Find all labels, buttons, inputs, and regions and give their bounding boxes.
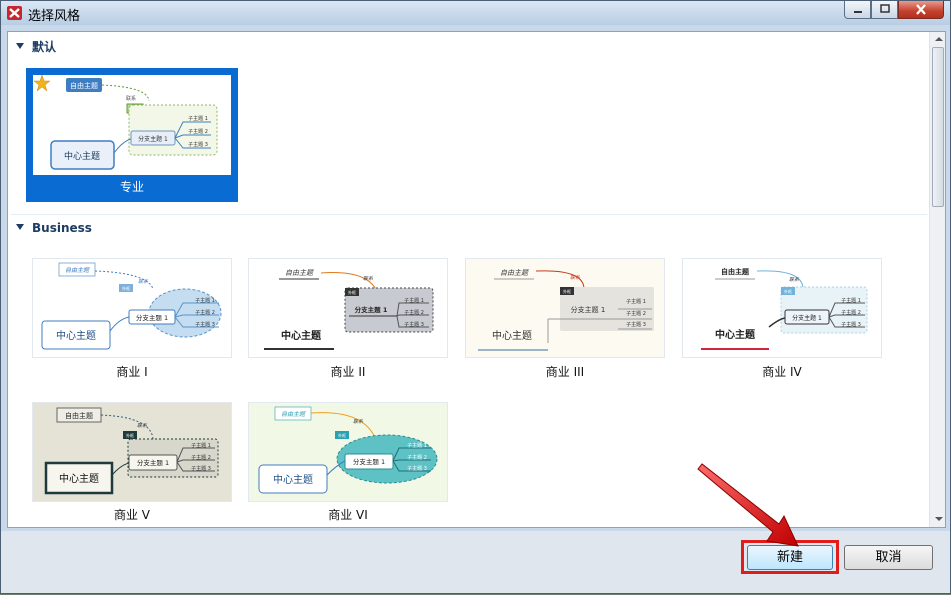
scrollbar-thumb[interactable] [932, 47, 944, 207]
svg-text:联系: 联系 [353, 418, 364, 425]
style-label-business-4: 商业 IV [762, 365, 802, 379]
style-tile-business-6[interactable]: 自由主题 联系 外框 中心主题 分支主题 1 子主题 1 子主题 2 子主题 3 [248, 402, 448, 502]
title-bar[interactable]: 选择风格 [1, 1, 950, 25]
svg-text:子主题 3: 子主题 3 [626, 321, 646, 328]
svg-text:子主题 2: 子主题 2 [195, 309, 215, 316]
minimize-icon [853, 11, 862, 13]
svg-text:外框: 外框 [122, 285, 130, 291]
preview-sub1-label: 子主题 1 [188, 115, 208, 122]
style-tile-professional[interactable]: 自由主题 联系 中心主题 分支主题 1 子主题 1 子主题 2 子主题 3 专业 [26, 68, 238, 202]
svg-text:外框: 外框 [563, 288, 571, 294]
svg-text:分支主题 1: 分支主题 1 [137, 458, 169, 467]
svg-text:子主题 1: 子主题 1 [407, 442, 427, 449]
section-header-default[interactable]: 默认 [16, 38, 56, 55]
svg-text:自由主题: 自由主题 [285, 269, 315, 277]
svg-text:分支主题 1: 分支主题 1 [353, 457, 385, 466]
svg-text:自由主题: 自由主题 [281, 410, 306, 418]
svg-text:子主题 1: 子主题 1 [841, 297, 861, 304]
svg-text:自由主题: 自由主题 [65, 266, 90, 274]
preview-relation-label: 联系 [126, 95, 136, 102]
svg-text:子主题 2: 子主题 2 [404, 309, 424, 316]
svg-text:中心主题: 中心主题 [715, 328, 756, 341]
svg-text:分支主题 1: 分支主题 1 [792, 314, 822, 322]
style-label-professional: 专业 [119, 180, 144, 194]
svg-text:子主题 1: 子主题 1 [626, 298, 646, 305]
preview-central-label: 中心主题 [64, 150, 100, 162]
select-style-dialog: 选择风格 默认 自由主题 联系 中心主题 分支主题 1 子主题 1 子主题 2 … [0, 0, 951, 594]
svg-text:中心主题: 中心主题 [492, 329, 532, 342]
new-button[interactable]: 新建 [747, 545, 833, 570]
svg-text:子主题 1: 子主题 1 [195, 297, 215, 304]
svg-text:外框: 外框 [784, 288, 792, 294]
svg-text:子主题 3: 子主题 3 [404, 321, 424, 328]
scroll-up-arrow-icon[interactable] [935, 37, 943, 41]
style-preview-professional: 自由主题 联系 中心主题 分支主题 1 子主题 1 子主题 2 子主题 3 [33, 74, 231, 175]
style-tile-business-5[interactable]: 自由主题 联系 外框 中心主题 分支主题 1 子主题 1 子主题 2 子主题 3 [32, 402, 232, 502]
svg-text:分支主题 1: 分支主题 1 [571, 305, 606, 314]
section-header-business[interactable]: Business [16, 221, 92, 235]
window-title: 选择风格 [28, 9, 81, 24]
svg-text:联系: 联系 [363, 275, 374, 282]
svg-text:分支主题 1: 分支主题 1 [136, 313, 168, 322]
svg-text:子主题 3: 子主题 3 [191, 465, 211, 472]
svg-text:子主题 3: 子主题 3 [195, 321, 215, 328]
style-label-business-5: 商业 V [113, 508, 151, 522]
preview-sub3-label: 子主题 3 [188, 141, 208, 148]
minimize-button[interactable] [844, 1, 871, 19]
maximize-button[interactable] [871, 1, 898, 19]
svg-text:子主题 3: 子主题 3 [407, 465, 427, 472]
svg-text:分支主题 1: 分支主题 1 [355, 305, 388, 314]
svg-text:联系: 联系 [789, 276, 800, 283]
svg-text:子主题 2: 子主题 2 [191, 454, 211, 461]
preview-floating-label: 自由主题 [70, 81, 98, 90]
svg-text:子主题 2: 子主题 2 [407, 454, 427, 461]
svg-text:子主题 1: 子主题 1 [191, 442, 211, 449]
svg-text:外框: 外框 [338, 432, 346, 438]
svg-text:自由主题: 自由主题 [721, 267, 750, 276]
style-label-business-2: 商业 II [330, 365, 366, 379]
vertical-scrollbar[interactable] [929, 32, 945, 527]
style-tile-business-4[interactable]: 自由主题 联系 外框 中心主题 分支主题 1 子主题 1 子主题 2 子主题 3 [682, 258, 882, 358]
style-tile-business-2[interactable]: 自由主题 联系 外框 中心主题 分支主题 1 子主题 1 子主题 2 子主题 3 [248, 258, 448, 358]
svg-text:中心主题: 中心主题 [56, 329, 96, 342]
svg-text:子主题 3: 子主题 3 [841, 321, 861, 328]
style-label-business-3: 商业 III [545, 365, 585, 379]
svg-text:中心主题: 中心主题 [273, 473, 313, 486]
svg-text:中心主题: 中心主题 [281, 329, 322, 342]
svg-text:外框: 外框 [126, 432, 134, 438]
svg-text:自由主题: 自由主题 [65, 411, 93, 420]
maximize-icon [879, 4, 890, 13]
style-label-business-6: 商业 VI [328, 508, 368, 522]
style-tile-business-1[interactable]: 自由主题 联系 外框 中心主题 分支主题 1 子主题 1 子主题 2 子主题 3 [32, 258, 232, 358]
xmind-app-icon [7, 6, 22, 20]
svg-text:自由主题: 自由主题 [500, 269, 530, 277]
svg-text:外框: 外框 [348, 289, 356, 295]
collapse-triangle-icon [16, 224, 24, 230]
favorite-star-icon [33, 74, 51, 92]
svg-text:子主题 2: 子主题 2 [626, 310, 646, 317]
cancel-button[interactable]: 取消 [844, 545, 933, 570]
collapse-triangle-icon [16, 43, 24, 49]
style-list-panel: 默认 自由主题 联系 中心主题 分支主题 1 子主题 1 子主题 2 子主题 3… [7, 31, 946, 528]
style-label-business-1: 商业 I [116, 365, 148, 379]
svg-text:中心主题: 中心主题 [59, 472, 99, 485]
style-tile-business-3[interactable]: 自由主题 联系 外框 中心主题 分支主题 1 子主题 1 子主题 2 子主题 3 [465, 258, 665, 358]
svg-text:子主题 2: 子主题 2 [841, 309, 861, 316]
svg-text:联系: 联系 [138, 278, 149, 285]
svg-text:联系: 联系 [570, 274, 581, 281]
preview-branch-label: 分支主题 1 [138, 135, 168, 143]
close-icon [916, 4, 926, 15]
close-button[interactable] [898, 1, 944, 19]
preview-sub2-label: 子主题 2 [188, 128, 208, 135]
section-divider [11, 214, 927, 215]
svg-text:联系: 联系 [137, 422, 148, 429]
scroll-down-arrow-icon[interactable] [935, 517, 943, 521]
svg-text:子主题 1: 子主题 1 [404, 297, 424, 304]
